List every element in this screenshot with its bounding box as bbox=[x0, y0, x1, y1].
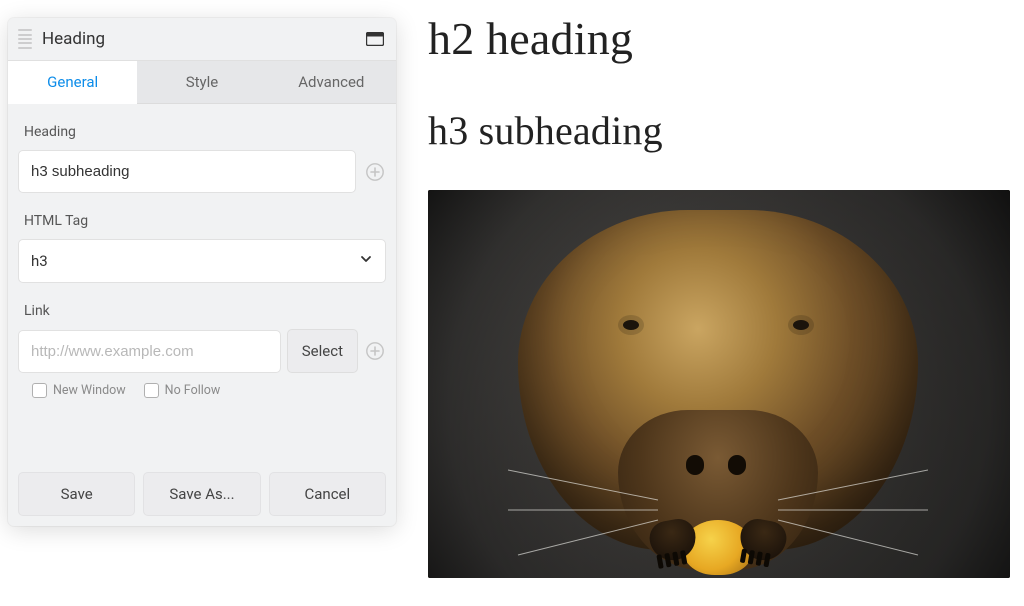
no-follow-label: No Follow bbox=[165, 383, 221, 398]
drag-handle-icon[interactable] bbox=[18, 28, 32, 50]
link-options-row: New Window No Follow bbox=[18, 383, 386, 398]
checkbox-icon bbox=[144, 383, 159, 398]
checkbox-icon bbox=[32, 383, 47, 398]
new-window-checkbox[interactable]: New Window bbox=[32, 383, 126, 398]
heading-settings-panel: Heading General Style Advanced Heading H… bbox=[8, 18, 396, 526]
link-input[interactable] bbox=[18, 330, 281, 373]
link-connect-icon[interactable] bbox=[364, 340, 386, 362]
panel-title: Heading bbox=[42, 29, 366, 49]
no-follow-checkbox[interactable]: No Follow bbox=[144, 383, 221, 398]
html-tag-value: h3 bbox=[31, 252, 48, 270]
heading-input[interactable] bbox=[18, 150, 356, 193]
tab-general[interactable]: General bbox=[8, 61, 137, 104]
html-tag-select[interactable]: h3 bbox=[18, 239, 386, 283]
panel-footer: Save Save As... Cancel bbox=[8, 462, 396, 526]
preview-h3-heading: h3 subheading bbox=[428, 107, 1014, 154]
chevron-down-icon bbox=[359, 252, 373, 270]
heading-connect-icon[interactable] bbox=[364, 161, 386, 183]
tabs: General Style Advanced bbox=[8, 61, 396, 104]
heading-field-label: Heading bbox=[18, 118, 386, 150]
preview-h2-heading: h2 heading bbox=[428, 12, 1014, 65]
save-button[interactable]: Save bbox=[18, 472, 135, 516]
link-select-button[interactable]: Select bbox=[287, 329, 358, 373]
page-preview: h2 heading h3 subheading bbox=[428, 12, 1014, 578]
cancel-button[interactable]: Cancel bbox=[269, 472, 386, 516]
html-tag-field-label: HTML Tag bbox=[18, 207, 386, 239]
tab-advanced[interactable]: Advanced bbox=[267, 61, 396, 104]
new-window-label: New Window bbox=[53, 383, 126, 398]
tab-style[interactable]: Style bbox=[137, 61, 266, 104]
save-as-button[interactable]: Save As... bbox=[143, 472, 260, 516]
panel-header: Heading bbox=[8, 18, 396, 61]
link-field-label: Link bbox=[18, 297, 386, 329]
preview-image bbox=[428, 190, 1010, 578]
panel-body: Heading HTML Tag h3 Link Select bbox=[8, 104, 396, 462]
responsive-toggle-icon[interactable] bbox=[366, 32, 384, 46]
